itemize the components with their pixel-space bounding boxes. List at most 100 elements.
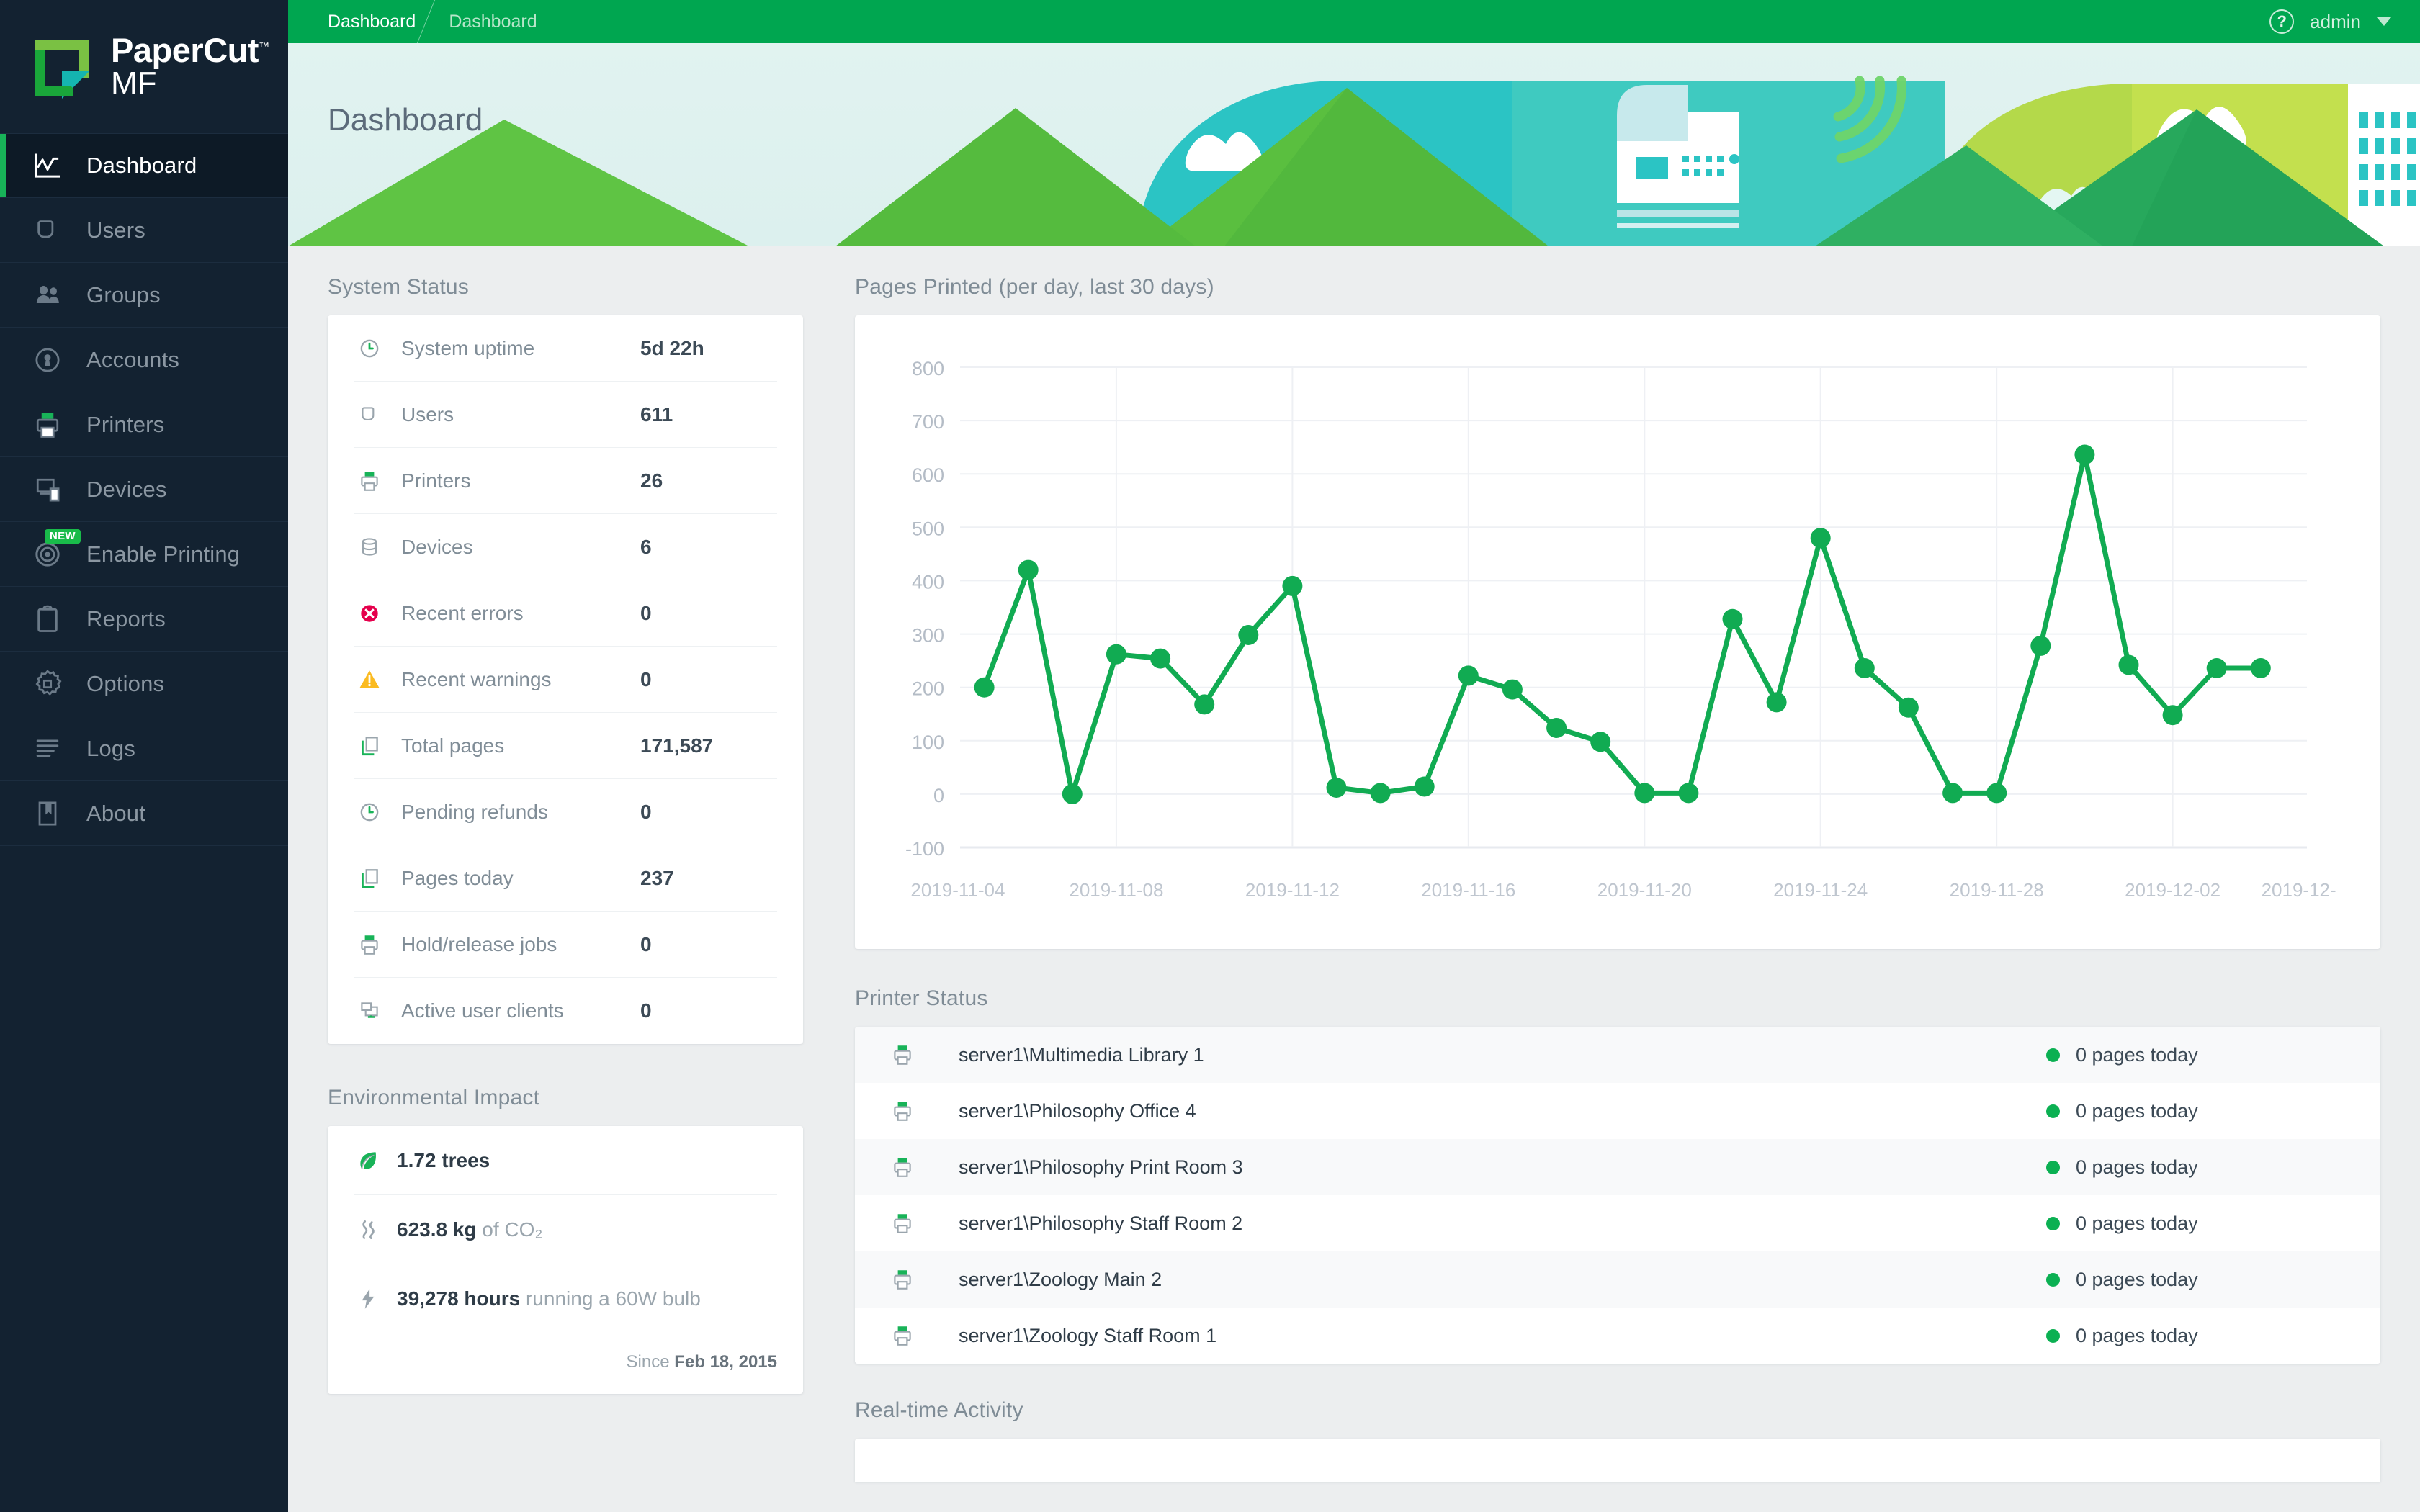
status-label: System uptime bbox=[401, 336, 535, 359]
system-status-list: System uptime 5d 22h Users 611 Printers 26 Dev… bbox=[328, 315, 803, 1044]
svg-text:2019-12-02: 2019-12-02 bbox=[2125, 879, 2220, 901]
status-row: Recent errors 0 bbox=[354, 580, 777, 647]
printer-name: server1\Multimedia Library 1 bbox=[959, 1043, 1204, 1066]
sidebar-item-about[interactable]: About bbox=[0, 781, 288, 846]
new-badge: NEW bbox=[45, 528, 81, 544]
printer-row[interactable]: server1\Zoology Staff Room 1 0 pages toda… bbox=[855, 1308, 2380, 1364]
user-menu-label[interactable]: admin bbox=[2310, 11, 2361, 33]
status-row: Devices 6 bbox=[354, 514, 777, 580]
printer-name: server1\Philosophy Print Room 3 bbox=[959, 1156, 1243, 1178]
database-icon bbox=[354, 535, 385, 559]
svg-text:2019-12-06: 2019-12-06 bbox=[2262, 879, 2336, 901]
status-value: 611 bbox=[640, 402, 673, 426]
status-label: Pages today bbox=[401, 866, 514, 889]
svg-text:800: 800 bbox=[912, 358, 944, 379]
printer-row[interactable]: server1\Philosophy Staff Room 2 0 pages t… bbox=[855, 1195, 2380, 1251]
main-area: Dashboard Dashboard ? admin Dashboard Sy… bbox=[288, 0, 2420, 1512]
printer-status-text: 0 pages today bbox=[2076, 1156, 2198, 1178]
environmental-suffix: running a 60W bulb bbox=[520, 1287, 701, 1310]
breadcrumb-item-0[interactable]: Dashboard bbox=[328, 12, 416, 32]
printer-row[interactable]: server1\Philosophy Office 4 0 pages today bbox=[855, 1083, 2380, 1139]
sidebar-item-printers[interactable]: Printers bbox=[0, 392, 288, 457]
pages-printed-chart-card: 800 700 600 500 400 300 200 100 0 -100 2019-11-04 2… bbox=[855, 315, 2380, 949]
chart-line-icon bbox=[29, 147, 66, 184]
help-icon[interactable]: ? bbox=[2269, 9, 2295, 34]
svg-text:0: 0 bbox=[933, 785, 944, 806]
printer-name: server1\Zoology Main 2 bbox=[959, 1268, 1162, 1290]
device-icon bbox=[29, 471, 66, 508]
sidebar-item-dashboard[interactable]: Dashboard bbox=[0, 133, 288, 198]
status-value: 171,587 bbox=[640, 734, 714, 757]
printer-row[interactable]: server1\Philosophy Print Room 3 0 pages t… bbox=[855, 1139, 2380, 1195]
printer-row[interactable]: server1\Multimedia Library 1 0 pages toda… bbox=[855, 1027, 2380, 1083]
dashboard-content: System Status System uptime 5d 22h Users 61… bbox=[288, 246, 2420, 1512]
environmental-text: 623.8 kg of CO₂ bbox=[397, 1218, 542, 1241]
environmental-text: 39,278 hours running a 60W bulb bbox=[397, 1287, 701, 1310]
sidebar-item-reports[interactable]: Reports bbox=[0, 587, 288, 652]
sidebar-item-accounts[interactable]: Accounts bbox=[0, 328, 288, 392]
chevron-down-icon[interactable] bbox=[2377, 17, 2391, 26]
sidebar-item-label: Logs bbox=[86, 735, 136, 761]
printer-status-cell: 0 pages today bbox=[2046, 1325, 2349, 1347]
error-icon bbox=[354, 601, 385, 626]
sidebar-item-label: Groups bbox=[86, 282, 161, 307]
printer-status-cell: 0 pages today bbox=[2046, 1212, 2349, 1235]
sidebar-nav: Dashboard Users Groups Accounts Printers Devi… bbox=[0, 133, 288, 846]
sidebar-item-logs[interactable]: Logs bbox=[0, 716, 288, 781]
svg-text:100: 100 bbox=[912, 732, 944, 753]
status-row: Pages today 237 bbox=[354, 845, 777, 912]
sidebar-item-groups[interactable]: Groups bbox=[0, 263, 288, 328]
sidebar-item-devices[interactable]: Devices bbox=[0, 457, 288, 522]
printer-row[interactable]: server1\Zoology Main 2 0 pages today bbox=[855, 1251, 2380, 1308]
environmental-text: 1.72 trees bbox=[397, 1149, 490, 1172]
status-value: 0 bbox=[640, 800, 652, 823]
status-dot-icon bbox=[2046, 1104, 2060, 1118]
topbar: Dashboard Dashboard ? admin bbox=[288, 0, 2420, 43]
environmental-row: 623.8 kg of CO₂ bbox=[354, 1195, 777, 1264]
app-root: PaperCut™ MF Dashboard Users Groups Account… bbox=[0, 0, 2420, 1512]
status-label: Total pages bbox=[401, 734, 505, 757]
printer-status-text: 0 pages today bbox=[2076, 1268, 2198, 1290]
warning-icon bbox=[354, 667, 385, 692]
target-icon: NEW bbox=[29, 528, 81, 573]
printer-icon bbox=[29, 406, 66, 444]
sidebar-item-options[interactable]: Options bbox=[0, 652, 288, 716]
sidebar-item-label: About bbox=[86, 800, 146, 826]
environmental-value: 1.72 trees bbox=[397, 1148, 490, 1171]
status-row: Active user clients 0 bbox=[354, 978, 777, 1044]
status-label: Pending refunds bbox=[401, 800, 548, 823]
status-value: 26 bbox=[640, 469, 663, 492]
sidebar: PaperCut™ MF Dashboard Users Groups Account… bbox=[0, 0, 288, 1512]
status-label: Printers bbox=[401, 469, 471, 492]
environmental-row: 1.72 trees bbox=[354, 1126, 777, 1195]
lightning-icon bbox=[354, 1287, 382, 1311]
printer-status-cell: 0 pages today bbox=[2046, 1269, 2349, 1291]
svg-text:2019-11-08: 2019-11-08 bbox=[1069, 879, 1163, 901]
environmental-list: 1.72 trees 623.8 kg of CO₂ 39,278 hours ru… bbox=[328, 1126, 803, 1333]
printer-icon bbox=[887, 1043, 918, 1067]
brand-logo[interactable]: PaperCut™ MF bbox=[0, 0, 288, 133]
status-dot-icon bbox=[2046, 1328, 2060, 1343]
svg-text:300: 300 bbox=[912, 625, 944, 647]
status-label: Recent warnings bbox=[401, 667, 552, 690]
sidebar-item-users[interactable]: Users bbox=[0, 198, 288, 263]
pages-printed-chart[interactable]: 800 700 600 500 400 300 200 100 0 -100 2019-11-04 2… bbox=[874, 333, 2336, 941]
papercut-logo-icon bbox=[29, 34, 95, 100]
printer-status-text: 0 pages today bbox=[2076, 1099, 2198, 1122]
status-label: Recent errors bbox=[401, 601, 524, 624]
svg-text:2019-11-16: 2019-11-16 bbox=[1421, 879, 1515, 901]
breadcrumb-item-1[interactable]: Dashboard bbox=[449, 12, 537, 32]
sidebar-item-enable-printing[interactable]: NEW Enable Printing bbox=[0, 522, 288, 587]
svg-text:2019-11-28: 2019-11-28 bbox=[1950, 879, 2044, 901]
status-dot-icon bbox=[2046, 1272, 2060, 1287]
brand-name: PaperCut bbox=[111, 30, 259, 69]
status-value: 0 bbox=[640, 999, 652, 1022]
printer-status-cell: 0 pages today bbox=[2046, 1100, 2349, 1122]
realtime-activity-section: Real-time Activity bbox=[855, 1398, 2380, 1482]
printer-icon bbox=[887, 1267, 918, 1292]
printer-status-text: 0 pages today bbox=[2076, 1043, 2198, 1066]
printer-status-text: 0 pages today bbox=[2076, 1212, 2198, 1234]
status-label: Users bbox=[401, 402, 454, 426]
keyhole-icon bbox=[29, 341, 66, 379]
environmental-value: 623.8 kg bbox=[397, 1218, 477, 1241]
